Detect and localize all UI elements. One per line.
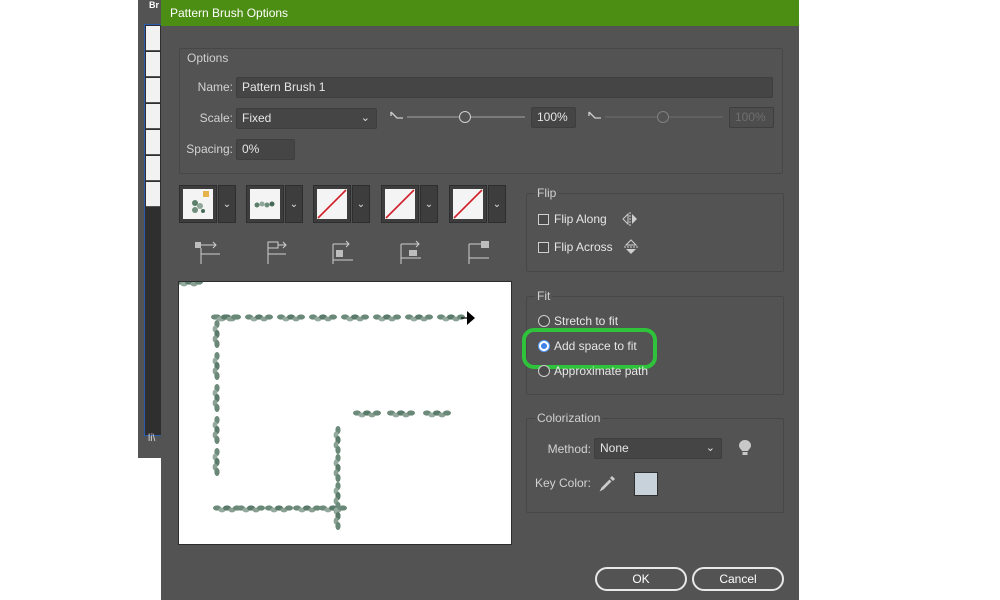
pattern-brush-options-dialog: Pattern Brush Options Options Name: Patt… bbox=[161, 0, 799, 600]
chevron-down-icon: ⌄ bbox=[705, 442, 715, 454]
scale-max-percent-field: 100% bbox=[729, 107, 774, 128]
chevron-down-icon: ⌄ bbox=[424, 199, 434, 210]
start-tile-icon bbox=[400, 240, 421, 264]
none-tile-icon bbox=[317, 189, 347, 219]
chevron-down-icon: ⌄ bbox=[289, 199, 299, 210]
scale-dropdown-value: Fixed bbox=[242, 111, 272, 125]
scale-slider-knob[interactable] bbox=[459, 111, 471, 123]
key-color-swatch[interactable] bbox=[634, 472, 658, 496]
spacing-label: Spacing: bbox=[186, 142, 233, 156]
outer-corner-tile-icon bbox=[267, 241, 287, 264]
cancel-button[interactable]: Cancel bbox=[692, 567, 784, 591]
brush-thumbnail bbox=[146, 156, 160, 181]
stretch-to-fit-label[interactable]: Stretch to fit bbox=[554, 314, 618, 328]
inner-corner-tile-icon bbox=[332, 240, 353, 264]
preview-path-pattern bbox=[175, 279, 475, 530]
start-tile-dropdown[interactable]: ⌄ bbox=[420, 185, 438, 223]
chevron-down-icon: ⌄ bbox=[360, 112, 370, 124]
fit-group-title: Fit bbox=[535, 289, 553, 303]
brush-thumbnail bbox=[146, 78, 160, 103]
end-tile-icon bbox=[468, 241, 489, 264]
method-dropdown[interactable]: None ⌄ bbox=[594, 438, 722, 459]
name-field[interactable]: Pattern Brush 1 bbox=[236, 77, 773, 98]
add-space-to-fit-radio[interactable] bbox=[538, 340, 550, 352]
approximate-path-label[interactable]: Approximate path bbox=[554, 364, 648, 378]
scale-percent-field[interactable]: 100% bbox=[531, 107, 576, 128]
flip-across-icon bbox=[624, 239, 638, 254]
method-label: Method: bbox=[547, 442, 591, 456]
outer-corner-tile-dropdown[interactable]: ⌄ bbox=[285, 185, 303, 223]
flip-along-label[interactable]: Flip Along bbox=[554, 212, 607, 226]
background-panel-footer: li\ bbox=[148, 433, 156, 444]
scale-label: Scale: bbox=[199, 111, 233, 125]
chevron-down-icon: ⌄ bbox=[356, 199, 366, 210]
eyedropper-icon[interactable] bbox=[599, 474, 617, 492]
chevron-down-icon: ⌄ bbox=[222, 199, 232, 210]
brush-preview bbox=[175, 279, 512, 545]
brush-thumbnail bbox=[146, 130, 160, 155]
spacing-field[interactable]: 0% bbox=[236, 139, 295, 160]
dialog-titlebar[interactable]: Pattern Brush Options bbox=[161, 0, 799, 26]
side-tile-pattern bbox=[183, 189, 213, 219]
brush-thumbnail bbox=[146, 26, 160, 51]
chevron-down-icon: ⌄ bbox=[492, 199, 502, 210]
flip-across-checkbox[interactable] bbox=[538, 242, 549, 253]
brush-thumbnail bbox=[146, 182, 160, 207]
flip-group bbox=[526, 193, 784, 272]
inner-corner-tile-button[interactable] bbox=[313, 185, 351, 223]
end-tile-button[interactable] bbox=[449, 185, 487, 223]
tips-lightbulb-icon[interactable] bbox=[738, 439, 752, 457]
end-tile-dropdown[interactable]: ⌄ bbox=[488, 185, 506, 223]
ok-button[interactable]: OK bbox=[595, 567, 687, 591]
pressure-scale-icon bbox=[390, 111, 403, 119]
brush-thumbnail bbox=[146, 52, 160, 77]
flip-group-title: Flip bbox=[535, 186, 559, 200]
start-tile-button[interactable] bbox=[381, 185, 419, 223]
flip-along-checkbox[interactable] bbox=[538, 214, 549, 225]
scale-max-slider-knob bbox=[657, 111, 669, 123]
scale-dropdown[interactable]: Fixed ⌄ bbox=[236, 108, 377, 129]
outer-corner-tile-pattern bbox=[250, 189, 280, 219]
pressure-scale-max-icon bbox=[588, 111, 601, 119]
outer-corner-tile-button[interactable] bbox=[246, 185, 284, 223]
approximate-path-radio[interactable] bbox=[538, 365, 550, 377]
flip-across-label[interactable]: Flip Across bbox=[554, 240, 613, 254]
none-tile-icon bbox=[385, 189, 415, 219]
side-tile-dropdown[interactable]: ⌄ bbox=[218, 185, 236, 223]
stretch-to-fit-radio[interactable] bbox=[538, 315, 550, 327]
method-dropdown-value: None bbox=[600, 441, 629, 455]
side-tile-button[interactable] bbox=[179, 185, 217, 223]
dialog-title: Pattern Brush Options bbox=[170, 6, 289, 20]
flip-along-icon bbox=[622, 212, 637, 226]
colorization-group bbox=[526, 418, 784, 513]
key-color-label: Key Color: bbox=[534, 476, 591, 490]
none-tile-icon bbox=[453, 189, 483, 219]
background-panel-title: Br bbox=[149, 0, 160, 10]
brush-thumbnail bbox=[146, 104, 160, 129]
options-group-title: Options bbox=[187, 51, 229, 65]
inner-corner-tile-dropdown[interactable]: ⌄ bbox=[352, 185, 370, 223]
add-space-to-fit-label[interactable]: Add space to fit bbox=[554, 339, 637, 353]
colorization-group-title: Colorization bbox=[535, 411, 603, 425]
name-label: Name: bbox=[197, 80, 233, 94]
side-tile-icon bbox=[195, 241, 220, 264]
